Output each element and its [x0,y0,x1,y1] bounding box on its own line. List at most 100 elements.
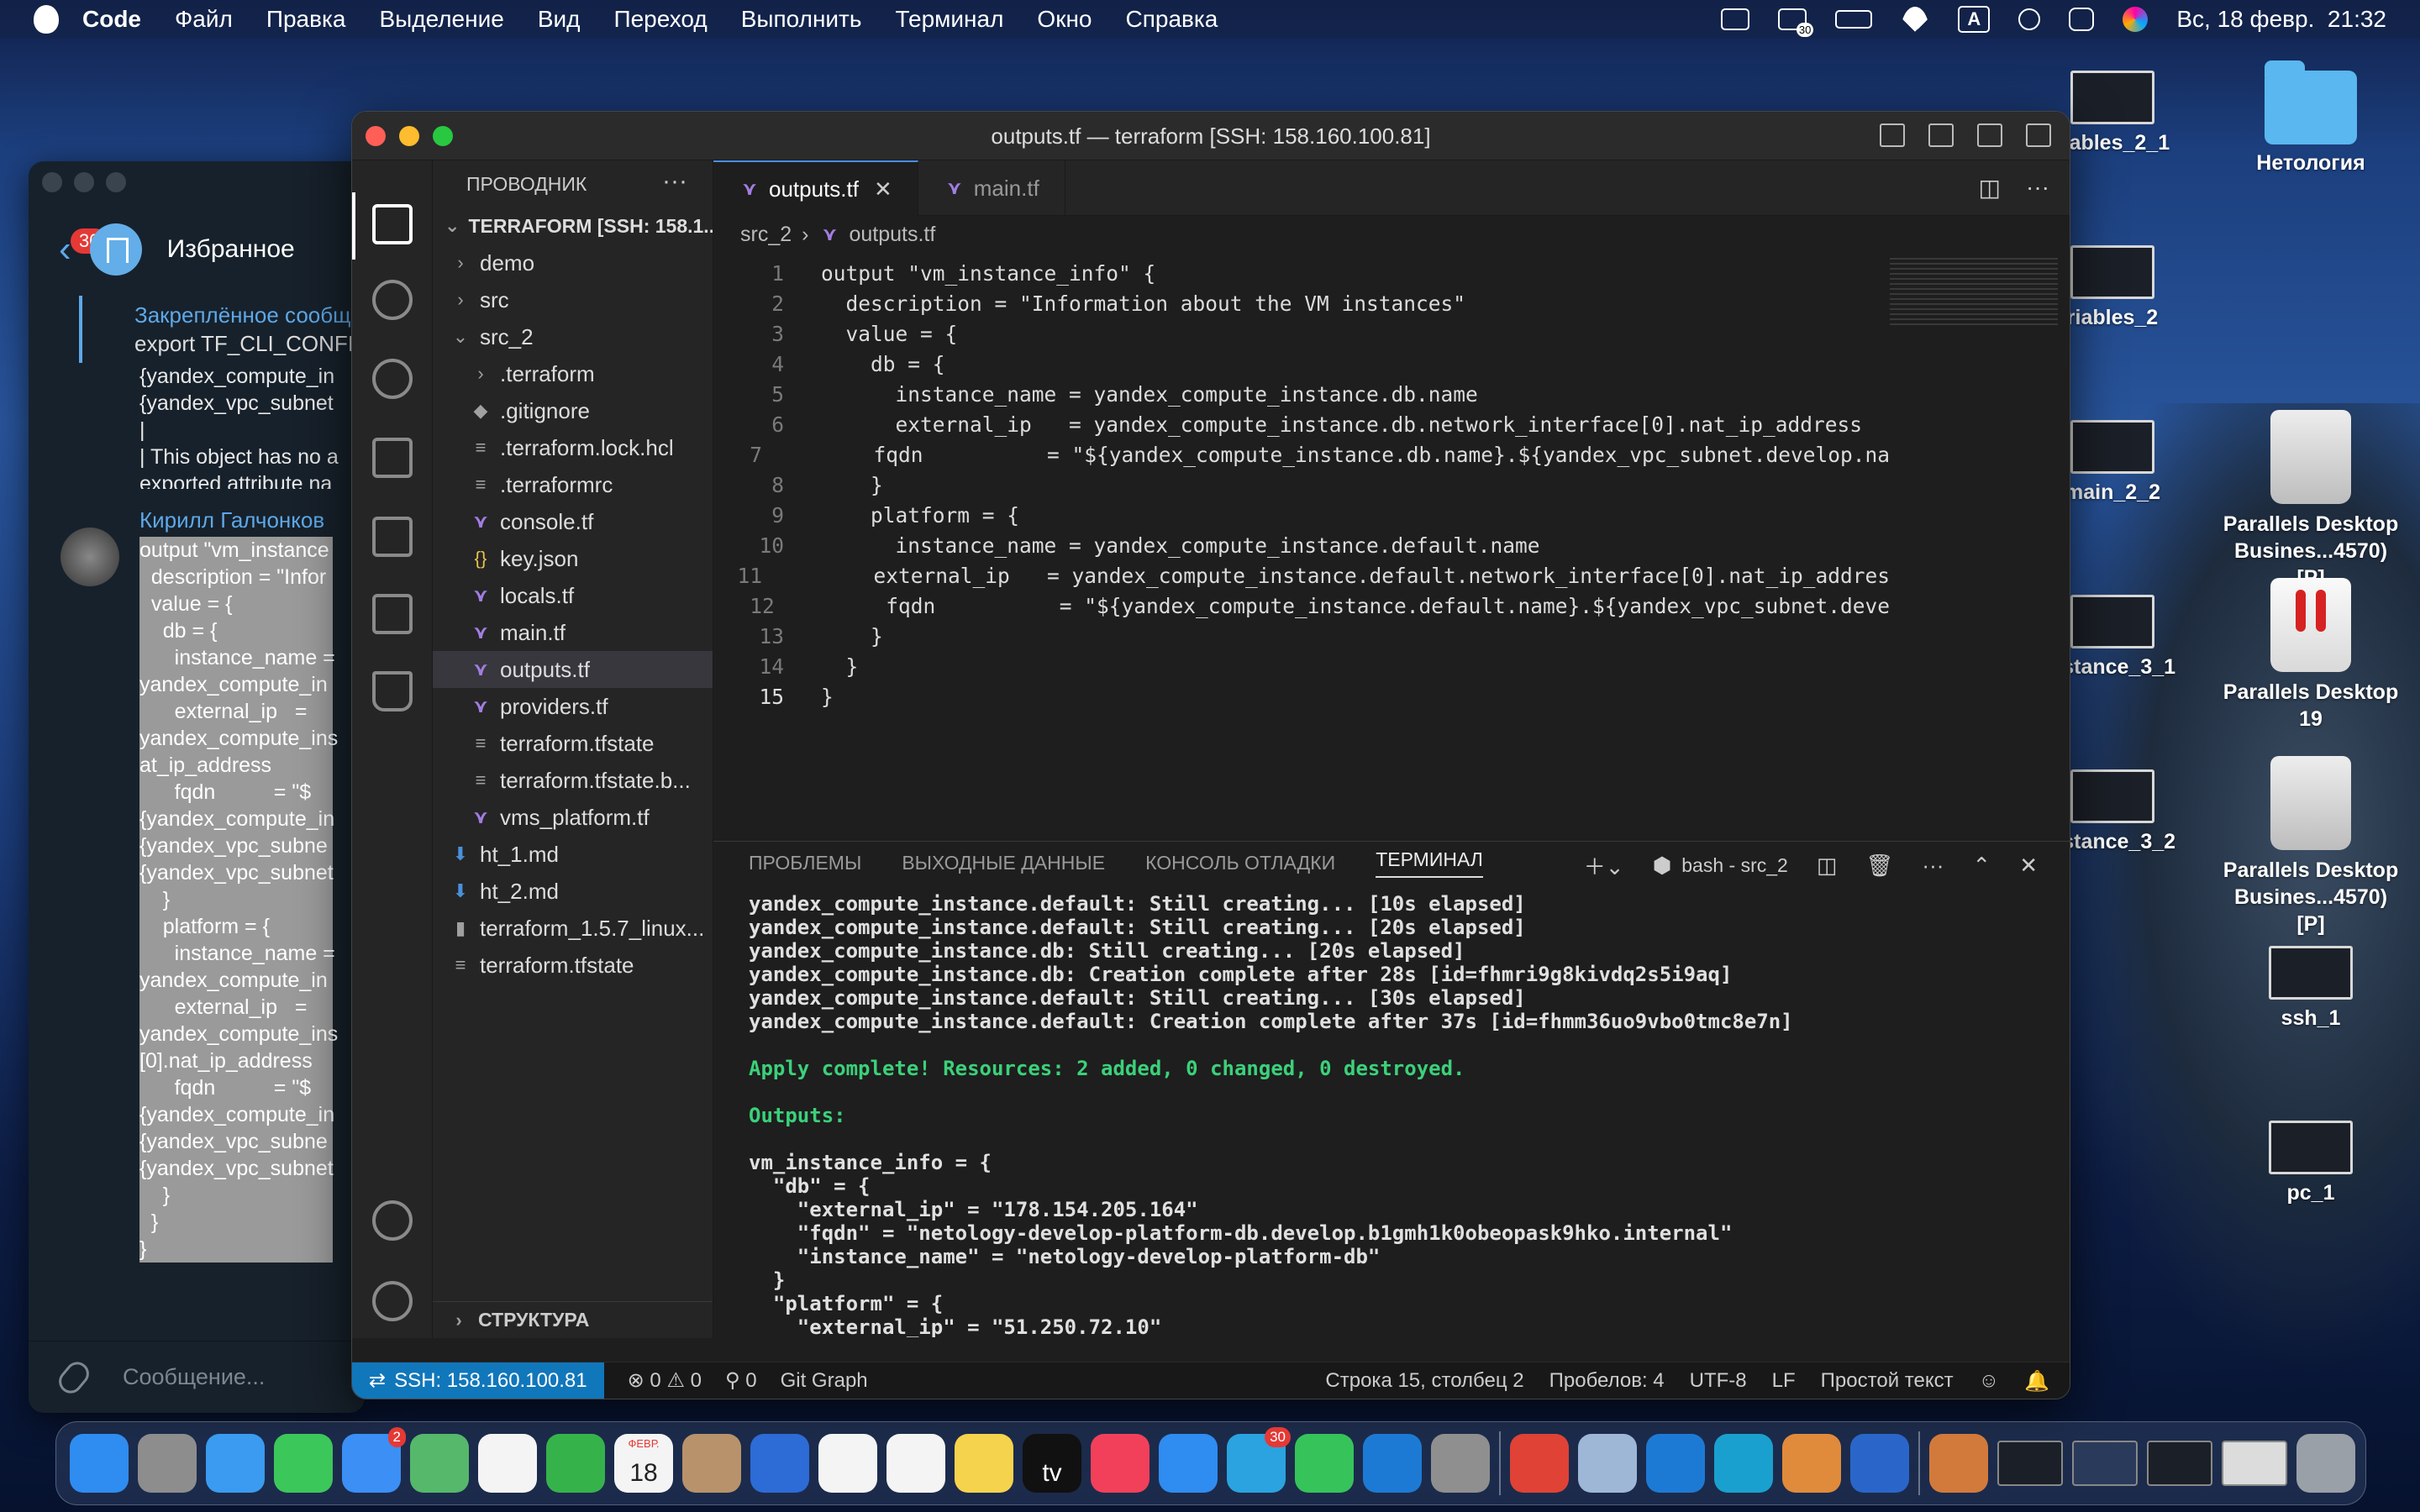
attach-icon[interactable] [54,1357,94,1398]
screen-mirror-icon[interactable] [1721,8,1750,30]
dock-keynote-icon[interactable] [750,1434,809,1493]
menu-item[interactable]: Выделение [379,6,503,33]
pinned-message[interactable]: Закреплённое сообщени export TF_CLI_CONF… [79,296,365,363]
notification-badge-icon[interactable] [1778,8,1814,37]
desktop-item[interactable]: ssh_1 [2218,946,2403,1032]
more-actions-icon[interactable]: ··· [662,167,687,196]
minimize-button[interactable] [74,172,94,192]
accounts-icon[interactable] [372,1200,413,1241]
dock-telegram-icon[interactable]: 30 [1227,1427,1291,1493]
chat-title[interactable]: Избранное [167,235,295,264]
menu-app-name[interactable]: Code [82,6,141,33]
line-ending[interactable]: LF [1772,1369,1796,1393]
feedback-icon[interactable]: ☺ [1979,1369,2000,1393]
terminal-shell-label[interactable]: bash - src_2 [1681,854,1788,877]
tree-item[interactable]: ≡ .terraform.lock.hcl [433,429,713,466]
menu-item[interactable]: Файл [175,6,233,33]
git-graph-button[interactable]: Git Graph [781,1369,868,1393]
dock-notes-icon[interactable] [955,1434,1013,1493]
split-terminal-icon[interactable]: ◫ [1817,853,1838,879]
battery-icon[interactable] [1835,10,1873,29]
dock-contacts-icon[interactable] [682,1434,741,1493]
dock-messages-icon[interactable] [274,1434,333,1493]
dock-whatsapp-icon[interactable] [1295,1434,1354,1493]
tree-item[interactable]: › demo [433,244,713,281]
menu-item[interactable]: Переход [613,6,707,33]
dock-mail-icon[interactable]: 2 [342,1427,406,1493]
minimap[interactable] [1890,258,2058,325]
dock-microsoft-store-icon[interactable] [1850,1434,1909,1493]
dock-vpn-icon[interactable] [1782,1434,1841,1493]
dock-finder-icon[interactable] [70,1434,129,1493]
dock-music-icon[interactable] [1091,1434,1150,1493]
tree-item[interactable]: ⋎ locals.tf [433,577,713,614]
source-control-icon[interactable] [372,359,413,399]
dock-calendar-icon[interactable]: 18 ФЕВР. [614,1434,673,1493]
workspace-root[interactable]: ⌄ TERRAFORM [SSH: 158.1... [433,207,713,244]
dock-launchpad-icon[interactable] [138,1434,197,1493]
dock-facetime-icon[interactable] [546,1434,605,1493]
dock-vscode-icon[interactable] [1363,1434,1422,1493]
tree-item[interactable]: ⋎ outputs.tf [433,651,713,688]
dock-window-thumb-2-icon[interactable] [2072,1441,2138,1486]
dock-trash-icon[interactable] [2296,1434,2355,1493]
desktop-item[interactable]: Нетология [2218,60,2403,176]
search-icon[interactable] [2018,8,2041,30]
remote-indicator[interactable]: ⇄ SSH: 158.160.100.81 [352,1362,604,1399]
menu-item[interactable]: Вид [538,6,581,33]
back-arrow-icon[interactable]: ‹ [59,228,71,270]
tab-debug-console[interactable]: КОНСОЛЬ ОТЛАДКИ [1145,852,1335,874]
tree-item[interactable]: ▮ terraform_1.5.7_linux... [433,910,713,947]
menu-item[interactable]: Окно [1037,6,1092,33]
dock-edge-icon[interactable] [1714,1434,1773,1493]
language-mode[interactable]: Простой текст [1821,1369,1954,1393]
author-avatar[interactable] [60,528,119,586]
tree-item[interactable]: ≡ .terraformrc [433,466,713,503]
dock-apple-tv-icon[interactable]: tv [1023,1434,1081,1493]
outline-section[interactable]: › СТРУКТУРА [433,1301,713,1338]
wifi-icon[interactable] [1901,7,1930,32]
tab-output[interactable]: ВЫХОДНЫЕ ДАННЫЕ [902,852,1105,874]
remote-explorer-icon[interactable] [372,594,413,634]
toggle-sidebar-icon[interactable] [1880,123,1905,147]
terminal-output[interactable]: yandex_compute_instance.default: Still c… [749,892,2043,1337]
dock-reminders-icon[interactable] [818,1434,877,1493]
dock-windows-icon[interactable] [1646,1434,1705,1493]
desktop-item[interactable]: pc_1 [2218,1121,2403,1206]
dock-safari-window-icon[interactable] [1929,1434,1988,1493]
trash-icon[interactable]: 🗑 [1865,853,1893,879]
new-terminal-icon[interactable]: ＋⌄ [1584,850,1624,881]
tree-item[interactable]: ⋎ vms_platform.tf [433,799,713,836]
menu-bar-clock[interactable]: Вс, 18 февр. 21:32 [2176,6,2386,33]
tree-item[interactable]: ≡ terraform.tfstate [433,947,713,984]
run-debug-icon[interactable] [372,438,413,478]
breadcrumb-folder[interactable]: src_2 [740,223,792,247]
indentation[interactable]: Пробелов: 4 [1549,1369,1665,1393]
control-center-icon[interactable] [2069,8,2095,31]
dock-preview-icon[interactable] [1578,1434,1637,1493]
menu-item[interactable]: Справка [1126,6,1218,33]
extensions-icon[interactable] [372,517,413,557]
tree-item[interactable]: ◆ .gitignore [433,392,713,429]
ports-status[interactable]: ⚲ 0 [725,1368,757,1393]
tree-item[interactable]: {} key.json [433,540,713,577]
dock-maps-icon[interactable] [410,1434,469,1493]
apple-icon[interactable] [34,5,59,34]
code-editor[interactable]: 1 output "vm_instance_info" {2 descriptio… [713,258,1890,762]
keyboard-layout-icon[interactable]: A [1958,6,1991,33]
tree-item[interactable]: ⬇ ht_2.md [433,873,713,910]
settings-gear-icon[interactable] [372,1281,413,1321]
tab-terminal[interactable]: ТЕРМИНАЛ [1376,848,1483,878]
zoom-button[interactable] [106,172,126,192]
problems-status[interactable]: ⊗ 0 ⚠ 0 [628,1368,702,1393]
cursor-position[interactable]: Строка 15, столбец 2 [1325,1369,1523,1393]
customize-layout-icon[interactable] [2026,123,2051,147]
tree-item[interactable]: › .terraform [433,355,713,392]
menu-item[interactable]: Терминал [895,6,1003,33]
tab-main-tf[interactable]: ⋎ main.tf [918,160,1065,216]
explorer-icon[interactable] [372,204,413,244]
split-editor-icon[interactable]: ◫ [1979,174,2001,202]
toggle-panel-icon[interactable] [1928,123,1954,147]
tree-item[interactable]: ⌄ src_2 [433,318,713,355]
docker-icon[interactable] [372,671,413,711]
